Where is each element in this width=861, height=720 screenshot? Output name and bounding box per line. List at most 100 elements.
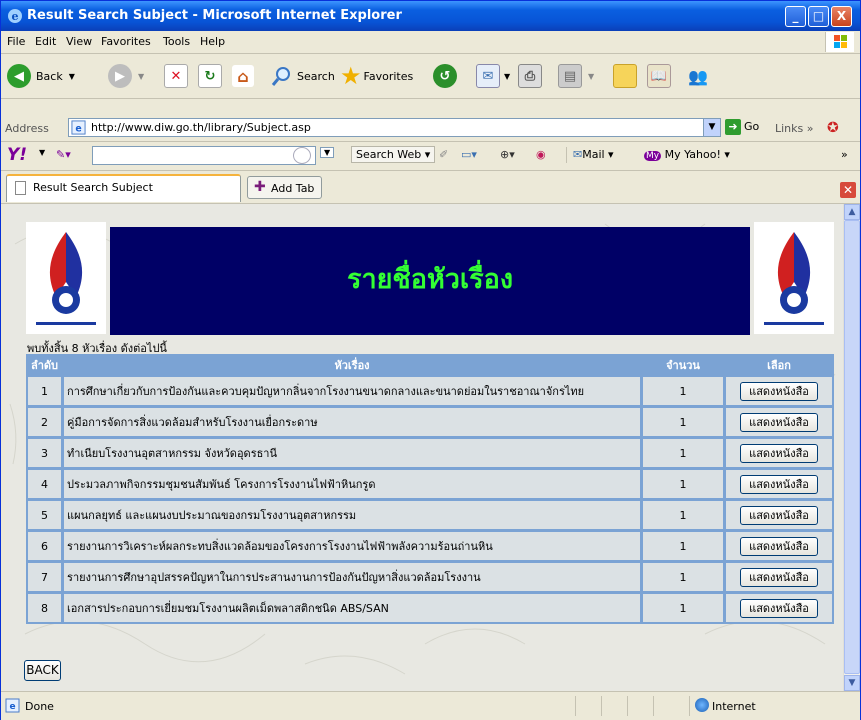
popup-blocker-icon[interactable]: ▭▾ [461,148,477,161]
diw-logo-right [754,222,834,334]
refresh-button[interactable]: ↻ [198,62,222,90]
row-subject: รายงานการศึกษาอุปสรรคปัญหาในการประสานงาน… [63,562,641,592]
folder-icon [613,64,637,88]
row-number: 5 [27,500,63,530]
antispy-icon[interactable]: ⊕▾ [500,148,515,161]
minimize-button[interactable]: _ [785,6,806,27]
show-book-button[interactable]: แสดงหนังสือ [740,598,818,618]
history-button[interactable]: ↺ [433,62,457,90]
yahoo-mail-button[interactable]: ✉Mail ▾ [573,148,614,161]
title-bar[interactable]: e Result Search Subject - Microsoft Inte… [1,1,860,31]
favorites-label: Favorites [363,69,414,83]
scroll-thumb[interactable] [844,220,860,674]
window-title: Result Search Subject - Microsoft Intern… [27,8,402,23]
show-book-button[interactable]: แสดงหนังสือ [740,567,818,587]
toolbar-overflow-icon[interactable]: » [841,148,848,161]
yahoo-search-input[interactable] [92,146,316,165]
show-book-button[interactable]: แสดงหนังสือ [740,443,818,463]
tab-bar: Result Search Subject ✚ Add Tab ✕ [1,171,860,204]
edit-icon: ▤ [558,64,582,88]
favorites-button[interactable]: ★ Favorites [340,62,413,90]
my-yahoo-button[interactable]: My My Yahoo! ▾ [644,148,730,161]
show-book-button[interactable]: แสดงหนังสือ [740,381,818,401]
toolbar-extension-icon[interactable]: ✪ [827,120,839,136]
close-window-button[interactable]: X [831,6,852,27]
maximize-button[interactable]: □ [808,6,829,27]
address-dropdown-icon[interactable]: ▼ [703,119,720,136]
forward-button[interactable]: ▶ ▼ [108,62,144,90]
table-body: 1 การศึกษาเกี่ยวกับการป้องกันและควบคุมปัญ… [27,376,833,623]
show-book-button[interactable]: แสดงหนังสือ [740,412,818,432]
column-header-count: จำนวน [642,355,724,375]
back-dropdown-icon[interactable]: ▼ [69,72,75,81]
column-header-subject: หัวเรื่อง [63,355,641,375]
mail-button[interactable]: ✉ ▼ [476,62,510,90]
yahoo-logo[interactable]: Y! [7,145,27,165]
yahoo-search-dropdown[interactable]: ▼ [320,147,335,158]
address-bar: Address e http://www.diw.go.th/library/S… [1,116,860,142]
menu-help[interactable]: Help [200,35,225,48]
page-done-icon: e [5,698,20,713]
menu-file[interactable]: File [7,35,25,48]
row-number: 2 [27,407,63,437]
plus-icon: ✚ [254,179,266,195]
menu-view[interactable]: View [66,35,92,48]
star-icon: ★ [340,62,362,90]
page-content: รายชื่อหัวเรื่อง พบทั้งสิ้น 8 หัวเรื่อง … [5,204,843,691]
mail-dropdown-icon[interactable]: ▼ [504,72,510,81]
row-count: 1 [642,469,724,499]
back-button-page[interactable]: BACK [24,660,61,681]
vertical-scrollbar[interactable]: ▲ ▼ [843,204,860,691]
links-button[interactable]: Links » [775,122,814,135]
address-label: Address [5,122,49,135]
folder-button[interactable] [613,62,637,90]
go-button[interactable]: ➜ Go [725,119,759,135]
edit-button[interactable]: ▤ ▼ [558,62,594,90]
research-button[interactable]: 📖 [647,62,671,90]
history-icon: ↺ [433,64,457,88]
yahoo-answers-icon[interactable]: ◉ [536,148,546,161]
menu-favorites[interactable]: Favorites [101,35,151,48]
stop-button[interactable]: ✕ [164,62,188,90]
show-book-button[interactable]: แสดงหนังสือ [740,474,818,494]
search-web-button[interactable]: Search Web ▾ [351,146,436,163]
add-tab-label: Add Tab [271,182,315,195]
show-book-button[interactable]: แสดงหนังสือ [740,536,818,556]
print-button[interactable]: ⎙ [518,62,542,90]
row-count: 1 [642,531,724,561]
row-action-cell: แสดงหนังสือ [725,376,833,406]
table-row: 8 เอกสารประกอบการเยี่ยมชมโรงงานผลิตเม็ดพล… [27,593,833,623]
add-tab-button[interactable]: ✚ Add Tab [247,176,322,199]
menu-edit[interactable]: Edit [35,35,56,48]
row-subject: การศึกษาเกี่ยวกับการป้องกันและควบคุมปัญห… [63,376,641,406]
tab-result-search-subject[interactable]: Result Search Subject [6,174,241,202]
search-button[interactable]: Search [271,62,335,90]
highlight-icon[interactable]: ✐ [439,148,448,161]
stop-icon: ✕ [164,64,188,88]
address-input[interactable]: e http://www.diw.go.th/library/Subject.a… [68,118,721,137]
messenger-button[interactable]: 👥 [687,62,709,90]
show-book-button[interactable]: แสดงหนังสือ [740,505,818,525]
go-arrow-icon: ➜ [725,119,741,135]
document-icon [15,181,26,195]
table-row: 5 แผนกลยุทธ์ และแผนงบประมาณของกรมโรงงานอุ… [27,500,833,530]
row-count: 1 [642,438,724,468]
svg-text:e: e [12,10,19,23]
home-button[interactable]: ⌂ [232,62,254,90]
back-button[interactable]: ◀ Back ▼ [7,62,75,90]
row-action-cell: แสดงหนังสือ [725,407,833,437]
menu-tools[interactable]: Tools [163,35,190,48]
forward-dropdown-icon[interactable]: ▼ [138,72,144,81]
security-zone-text: Internet [712,700,756,713]
close-tab-icon[interactable]: ✕ [840,182,856,198]
scroll-down-icon[interactable]: ▼ [844,675,860,691]
row-number: 6 [27,531,63,561]
scroll-up-icon[interactable]: ▲ [844,204,860,220]
url-text: http://www.diw.go.th/library/Subject.asp [91,121,311,134]
pencil-icon[interactable]: ✎▾ [56,148,71,161]
back-label: Back [36,69,63,83]
edit-dropdown-icon[interactable]: ▼ [588,72,594,81]
yahoo-menu-dropdown-icon[interactable]: ▼ [39,148,45,157]
page-icon: e [71,120,86,135]
back-arrow-icon: ◀ [7,64,31,88]
